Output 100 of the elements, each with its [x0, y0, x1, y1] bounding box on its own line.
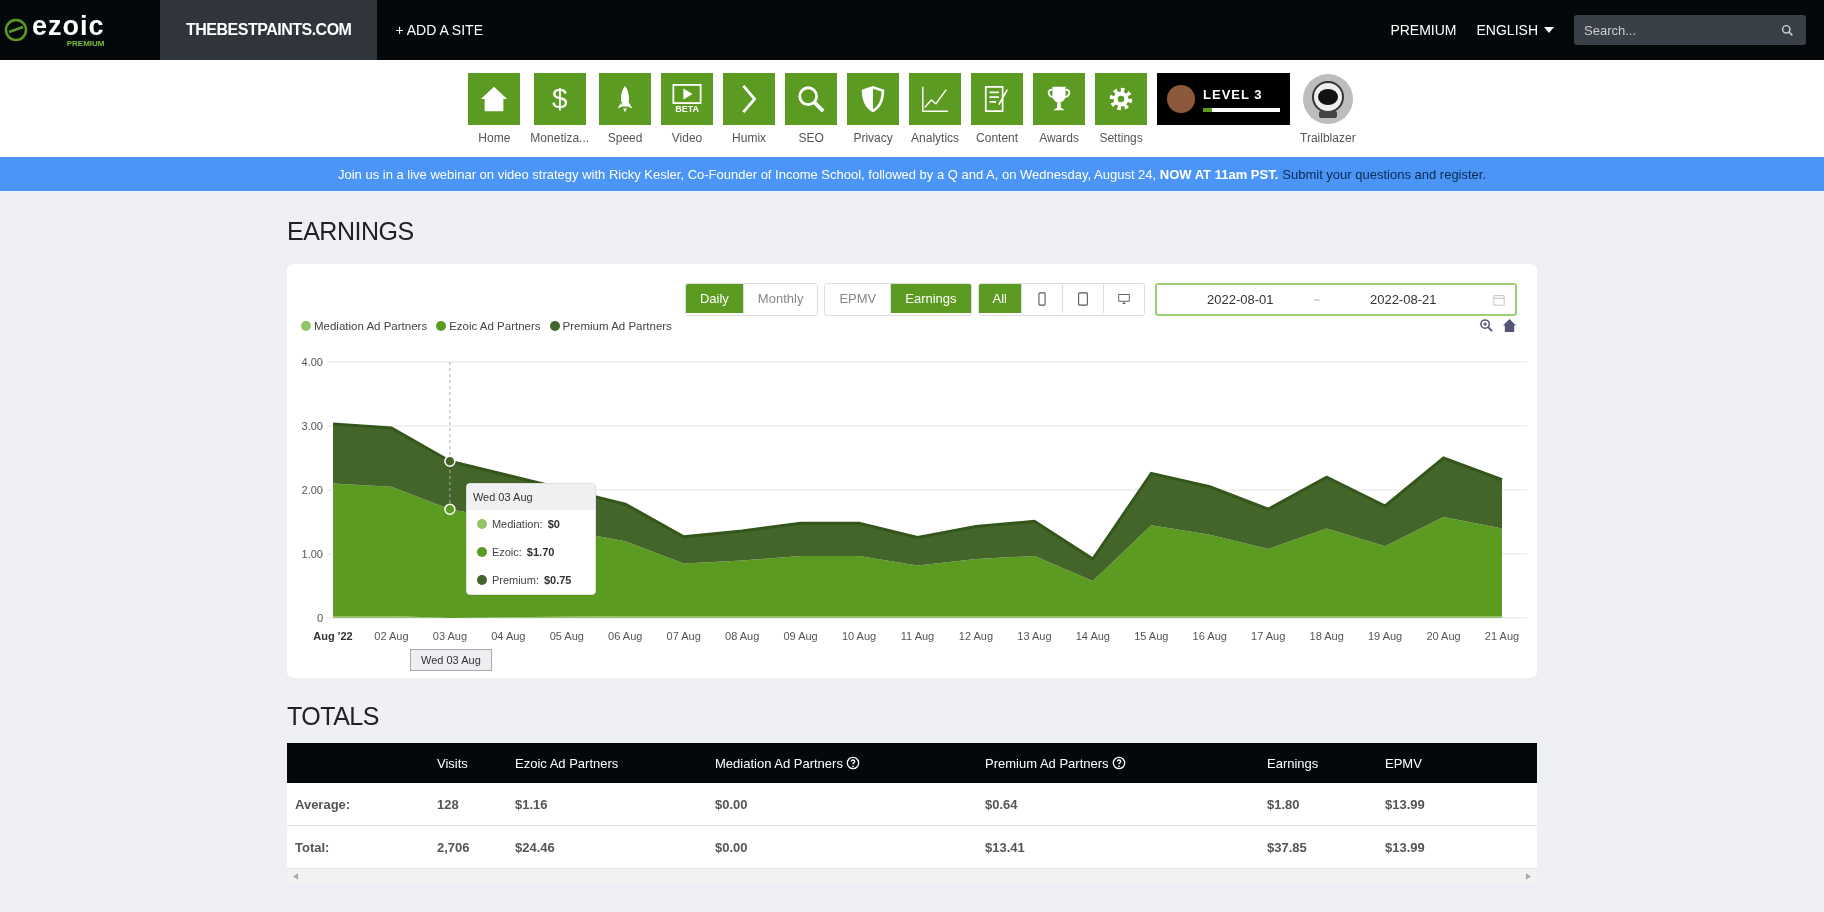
app-tile[interactable]	[971, 73, 1024, 125]
magnifier-icon	[796, 84, 827, 114]
table-cell-text: $24.46	[515, 839, 556, 855]
horizontal-scrollbar[interactable]	[287, 869, 1537, 883]
zoom-icon[interactable]	[1479, 318, 1494, 333]
column-header: Premium Ad Partners	[985, 755, 1109, 771]
app-label: Awards	[1039, 131, 1079, 145]
table-cell-text: $0.00	[715, 796, 749, 812]
section-title: TOTALS	[287, 702, 380, 731]
section-title: EARNINGS	[287, 217, 415, 246]
column-header: Visits	[437, 755, 468, 771]
x-axis-label: 05 Aug	[549, 630, 584, 642]
period-toggle[interactable]: Monthly	[742, 284, 818, 313]
site-tab[interactable]: THEBESTPAINTS.COM	[160, 0, 378, 60]
y-axis-label: 2.00	[301, 484, 323, 496]
app-label: Video	[671, 131, 703, 145]
monitor-icon	[1118, 291, 1130, 306]
device-toggle[interactable]	[1103, 284, 1144, 313]
tooltip-value: $0	[547, 518, 560, 530]
date-separator: ~	[1313, 293, 1320, 306]
help-icon[interactable]	[1111, 756, 1126, 770]
legend-label[interactable]: Mediation Ad Partners	[314, 319, 428, 332]
register-link[interactable]: Submit your questions and register.	[1282, 166, 1487, 182]
phone-icon	[1036, 291, 1048, 306]
achievement-label: Trailblazer	[1300, 131, 1356, 145]
beta-label: BETA	[675, 104, 699, 114]
y-axis-label: 3.00	[301, 420, 323, 432]
table-cell-text: $13.99	[1385, 839, 1426, 855]
x-axis-label: 12 Aug	[958, 630, 994, 642]
x-axis-label: 13 Aug	[1017, 630, 1052, 642]
level-label: LEVEL 3	[1203, 86, 1264, 102]
x-axis-label: 11 Aug	[900, 630, 935, 642]
premium-link[interactable]: PREMIUM	[1390, 22, 1457, 38]
tooltip-series: Premium:	[491, 574, 539, 586]
language-dropdown[interactable]: ENGLISH	[1476, 22, 1554, 38]
x-axis-label: 14 Aug	[1075, 630, 1110, 642]
column-header: Ezoic Ad Partners	[515, 755, 619, 771]
level-badge[interactable]: LEVEL 3	[1157, 73, 1291, 125]
app-tile[interactable]	[599, 73, 652, 125]
table-cell-text: $1.80	[1267, 796, 1301, 812]
table-cell-text: 2,706	[437, 839, 471, 855]
column-header: Mediation Ad Partners	[715, 755, 843, 771]
app-tile[interactable]	[1033, 73, 1086, 125]
x-axis-label: 09 Aug	[783, 630, 818, 642]
x-axis-label: 06 Aug	[608, 630, 643, 642]
end-date: 2022-08-21	[1369, 292, 1437, 307]
astronaut-helmet-icon[interactable]	[1301, 73, 1354, 125]
logo-text: ezoic	[32, 12, 105, 39]
search-icon	[1781, 24, 1794, 37]
app-tile[interactable]	[1095, 73, 1148, 125]
app-label: Humix	[732, 131, 767, 145]
series-dot	[476, 547, 487, 557]
app-label: Settings	[1099, 131, 1143, 145]
x-axis-label: 08 Aug	[725, 630, 760, 642]
scroll-right-icon[interactable]	[1526, 872, 1531, 880]
table-cell-text: $37.85	[1267, 839, 1308, 855]
home-icon[interactable]	[1502, 318, 1517, 333]
app-tile[interactable]	[468, 73, 521, 125]
app-label: Monetiza...	[530, 131, 590, 145]
legend-label[interactable]: Ezoic Ad Partners	[449, 319, 541, 332]
x-axis-label: 21 Aug	[1484, 630, 1520, 642]
x-axis-label: 20 Aug	[1426, 630, 1461, 642]
x-axis-label: 10 Aug	[841, 630, 877, 642]
dollar-glyph: $	[551, 83, 568, 115]
help-icon[interactable]	[845, 756, 860, 770]
x-axis-label: 16 Aug	[1192, 630, 1227, 642]
tooltip-value: $0.75	[543, 574, 572, 586]
x-axis-label: 15 Aug	[1134, 630, 1169, 642]
caret-icon	[1544, 27, 1554, 33]
app-tile[interactable]	[785, 73, 838, 125]
tablet-icon	[1077, 291, 1089, 306]
app-label: Analytics	[911, 131, 960, 145]
date-range-field[interactable]: 2022-08-01 ~ 2022-08-21	[1155, 283, 1517, 316]
add-site-link[interactable]: + ADD A SITE	[377, 22, 501, 38]
tooltip-series: Mediation:	[491, 518, 543, 530]
row-label: Average:	[294, 796, 352, 812]
x-axis-label: 18 Aug	[1309, 630, 1344, 642]
app-tile[interactable]	[723, 73, 776, 125]
calendar-icon	[1493, 293, 1505, 306]
column-header: EPMV	[1385, 755, 1422, 771]
app-tile[interactable]	[847, 73, 900, 125]
x-axis-label: 03 Aug	[432, 630, 468, 642]
x-axis-label: 17 Aug	[1251, 630, 1286, 642]
y-axis-label: 4.00	[301, 356, 323, 368]
logo-icon	[4, 18, 28, 42]
video-icon	[672, 84, 703, 104]
start-date: 2022-08-01	[1207, 292, 1274, 307]
y-axis-label: 0	[316, 612, 323, 624]
house-icon	[479, 84, 510, 114]
x-axis-label: 07 Aug	[666, 630, 701, 642]
search-field[interactable]: Search...	[1574, 15, 1806, 45]
table-cell-text: 128	[437, 796, 460, 812]
crosshair-label: Wed 03 Aug	[409, 649, 492, 671]
scroll-left-icon[interactable]	[293, 872, 298, 880]
app-tile[interactable]	[909, 73, 962, 125]
app-label: Home	[478, 131, 511, 145]
app-label: SEO	[798, 131, 824, 145]
column-header: Earnings	[1267, 755, 1319, 771]
tooltip-series: Ezoic:	[491, 546, 522, 558]
legend-label[interactable]: Premium Ad Partners	[562, 319, 672, 332]
